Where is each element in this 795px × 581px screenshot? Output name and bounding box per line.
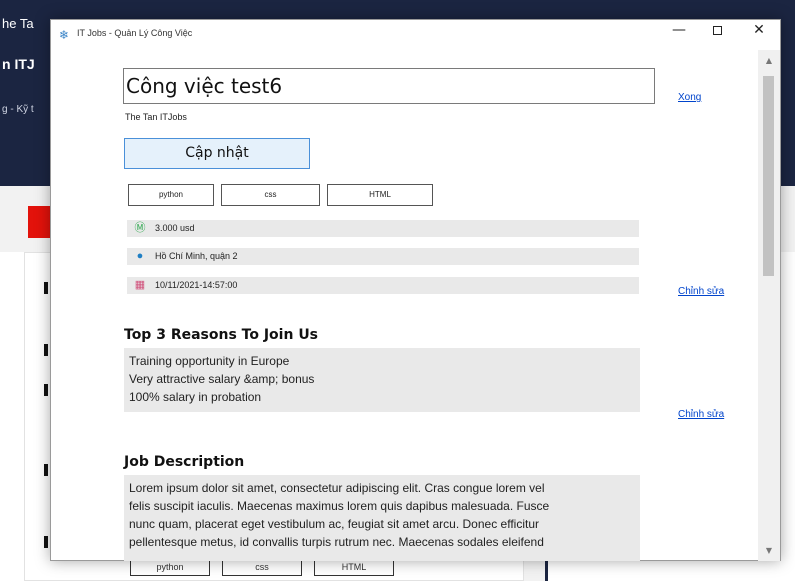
edit-reasons-link[interactable]: Chỉnh sửa [678,409,724,420]
reason-item: 100% salary in probation [129,390,262,404]
maximize-button[interactable] [700,22,734,48]
job-title-input[interactable]: Công việc test6 [123,68,655,104]
location-value: Hồ Chí Minh, quận 2 [155,251,238,261]
job-editor-window: ❄ IT Jobs - Quản Lý Công Việc — ✕ Công v… [50,19,781,561]
close-button[interactable]: ✕ [742,22,776,48]
description-line: pellentesque metus, id convallis turpis … [129,535,544,549]
background-left-strip [0,252,24,581]
description-heading: Job Description [124,454,245,470]
window-title: IT Jobs - Quản Lý Công Việc [77,28,193,38]
location-row: ● Hồ Chí Minh, quận 2 [127,248,639,265]
title-bar[interactable]: ❄ IT Jobs - Quản Lý Công Việc — ✕ [51,20,780,50]
dollar-coin-icon: Ⓜ [134,222,146,234]
background-marker [44,464,48,476]
skill-tag-css[interactable]: css [221,184,320,206]
reason-item: Training opportunity in Europe [129,354,290,368]
background-marker [44,536,48,548]
description-text: Lorem ipsum dolor sit amet, consectetur … [124,475,640,561]
datetime-row: ▦ 10/11/2021-14:57:00 [127,277,639,294]
skill-tag-html[interactable]: HTML [327,184,433,206]
skill-tag-python[interactable]: python [128,184,214,206]
background-marker [44,384,48,396]
vertical-scrollbar[interactable]: ▲ ▼ [758,50,780,561]
background-red-block [28,206,50,238]
scroll-content: Công việc test6 Xong The Tan ITJobs Cập … [51,50,758,561]
background-marker [44,344,48,356]
person-pin-icon: ● [136,250,144,262]
scroll-down-icon[interactable]: ▼ [758,546,780,555]
salary-value: 3.000 usd [155,223,195,233]
description-line: felis suscipit iaculis. Maecenas maximus… [129,499,550,513]
scrollbar-thumb[interactable] [763,76,774,276]
calendar-icon: ▦ [134,279,146,291]
background-brand-text: n ITJ [2,56,35,72]
reasons-heading: Top 3 Reasons To Join Us [124,327,319,343]
company-name: The Tan ITJobs [125,112,187,122]
background-subtitle: g - Kỹ t [2,104,34,115]
background-header-text: he Ta [2,16,34,31]
edit-info-link[interactable]: Chỉnh sửa [678,286,724,297]
app-icon: ❄ [59,28,70,42]
done-link[interactable]: Xong [678,92,701,103]
minimize-button[interactable]: — [662,22,696,48]
salary-row: Ⓜ 3.000 usd [127,220,639,237]
scroll-up-icon[interactable]: ▲ [758,56,780,65]
description-line: Lorem ipsum dolor sit amet, consectetur … [129,481,545,495]
description-line: nunc quam, placerat eget vestibulum ac, … [129,517,539,531]
update-button[interactable]: Cập nhật [124,138,310,169]
background-marker [44,282,48,294]
reason-item: Very attractive salary &amp; bonus [129,372,315,386]
maximize-icon [712,25,722,35]
datetime-value: 10/11/2021-14:57:00 [155,280,238,290]
reasons-list: Training opportunity in Europe Very attr… [124,348,640,412]
